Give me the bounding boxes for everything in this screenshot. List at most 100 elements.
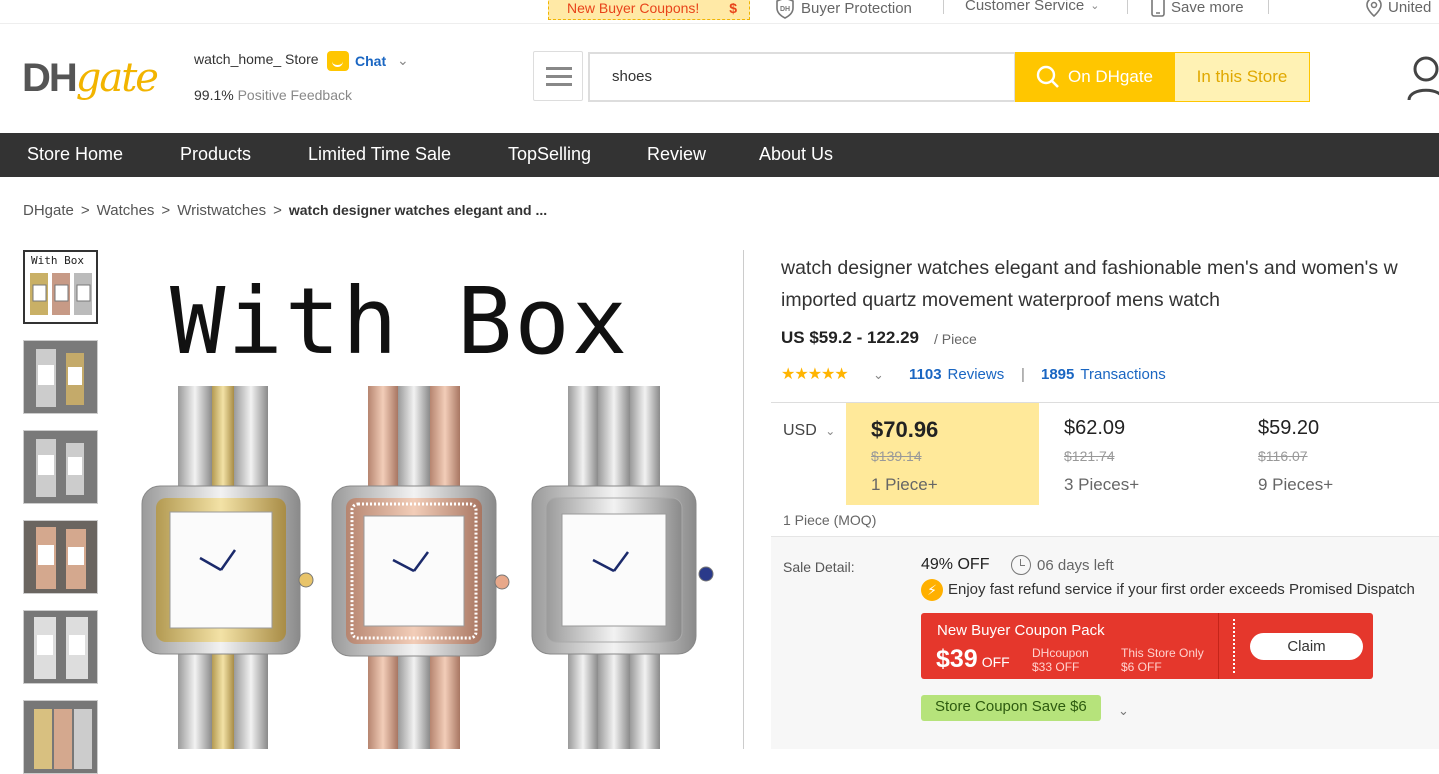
- tier-original-price: $139.14: [871, 448, 922, 464]
- tier-price: $62.09: [1064, 417, 1126, 439]
- tier-price: $59.20: [1258, 417, 1320, 439]
- customer-service-menu[interactable]: Customer Service ⌄: [965, 0, 1099, 14]
- breadcrumb-dhgate[interactable]: DHgate: [23, 202, 74, 219]
- dhcoupon-detail: DHcoupon $33 OFF: [1032, 646, 1089, 674]
- discount-percent: 49% OFF: [921, 556, 990, 573]
- main-product-image[interactable]: With Box: [140, 258, 720, 749]
- coupon-title: New Buyer Coupon Pack: [937, 622, 1105, 639]
- store-coupon-badge[interactable]: Store Coupon Save $6: [921, 695, 1101, 721]
- watch-image: [24, 341, 97, 413]
- price-tier-3[interactable]: $59.20 $116.07 9 Pieces+: [1233, 403, 1426, 505]
- store-only-detail: This Store Only $6 OFF: [1121, 646, 1204, 674]
- customer-service-label: Customer Service: [965, 0, 1085, 14]
- minimum-order-quantity: 1 Piece (MOQ): [783, 512, 877, 528]
- product-title-line-2: imported quartz movement waterproof mens…: [781, 289, 1220, 311]
- price-range: US $59.2 - 122.29: [781, 328, 919, 347]
- store-only-value: $6 OFF: [1121, 660, 1162, 674]
- dhcoupon-label: DHcoupon: [1032, 646, 1089, 660]
- feedback-percent: 99.1%: [194, 87, 234, 103]
- product-title-line-1: watch designer watches elegant and fashi…: [781, 257, 1398, 279]
- chevron-down-icon[interactable]: ⌄: [397, 52, 409, 69]
- price-tiers: USD ⌄ $70.96 $139.14 1 Piece+ $62.09 $12…: [771, 402, 1439, 505]
- breadcrumb-separator: >: [80, 202, 90, 219]
- price-tier-1[interactable]: $70.96 $139.14 1 Piece+: [846, 403, 1039, 505]
- breadcrumb-watches[interactable]: Watches: [97, 202, 155, 219]
- rating-stars[interactable]: ★★★★★: [781, 364, 849, 384]
- watch-image: [24, 611, 97, 683]
- reviews-label: Reviews: [947, 366, 1005, 383]
- top-utility-bar: New Buyer Coupons! $ DH Buyer Protection…: [0, 0, 1439, 24]
- breadcrumb-separator: >: [273, 202, 282, 219]
- user-account-icon[interactable]: [1406, 55, 1439, 100]
- thumbnail-5[interactable]: [23, 610, 98, 684]
- reviews-link[interactable]: 1103 Reviews: [909, 366, 1004, 383]
- watch-image: [24, 701, 97, 773]
- breadcrumb-wristwatches[interactable]: Wristwatches: [177, 202, 266, 219]
- dollar-icon: $: [729, 0, 737, 16]
- logo-dh: DH: [22, 56, 78, 100]
- thumbnail-4[interactable]: [23, 520, 98, 594]
- feedback-label: Positive Feedback: [237, 87, 352, 103]
- price-unit: / Piece: [934, 331, 977, 347]
- save-more-link[interactable]: Save more: [1151, 0, 1244, 17]
- thumbnail-2[interactable]: [23, 340, 98, 414]
- hamburger-line: [546, 75, 572, 78]
- thumbnail-3[interactable]: [23, 430, 98, 504]
- transactions-link[interactable]: 1895 Transactions: [1041, 366, 1166, 383]
- watch-image: [24, 431, 97, 503]
- category-menu-button[interactable]: [533, 51, 583, 101]
- chevron-down-icon[interactable]: ⌄: [873, 367, 884, 383]
- breadcrumb: DHgate > Watches > Wristwatches > watch design…: [23, 202, 547, 219]
- currency-selector[interactable]: USD ⌄: [783, 422, 835, 440]
- thumbnail-caption: With Box: [31, 254, 84, 267]
- logo-gate: gate: [75, 55, 159, 101]
- new-buyer-coupons-banner[interactable]: New Buyer Coupons! $: [548, 0, 750, 20]
- nav-store-home[interactable]: Store Home: [27, 144, 123, 165]
- column-divider: [743, 250, 744, 749]
- chevron-down-icon[interactable]: ⌄: [1118, 703, 1129, 719]
- divider: |: [1021, 366, 1025, 383]
- price-tier-2[interactable]: $62.09 $121.74 3 Pieces+: [1039, 403, 1232, 505]
- phone-icon: [1151, 0, 1165, 17]
- thumbnail-6[interactable]: [23, 700, 98, 774]
- chat-smiley-icon[interactable]: [327, 51, 349, 71]
- nav-limited-time-sale[interactable]: Limited Time Sale: [308, 144, 451, 165]
- claim-coupon-button[interactable]: Claim: [1250, 633, 1363, 660]
- new-buyer-coupon-card: New Buyer Coupon Pack $39 OFF DHcoupon $3…: [921, 613, 1373, 679]
- reviews-count: 1103: [909, 366, 942, 383]
- buyer-protection-link[interactable]: DH Buyer Protection: [775, 0, 912, 19]
- dhgate-logo[interactable]: DHgate: [22, 55, 159, 101]
- days-left: 06 days left: [1037, 557, 1114, 574]
- nav-products[interactable]: Products: [180, 144, 251, 165]
- search-on-dhgate-button[interactable]: On DHgate: [1015, 52, 1174, 102]
- coupon-perforation: [1233, 619, 1235, 673]
- region-label: United: [1388, 0, 1432, 16]
- divider: [1127, 0, 1128, 14]
- coupon-off-label: OFF: [981, 654, 1010, 670]
- clock-icon: [1011, 555, 1031, 575]
- nav-about-us[interactable]: About Us: [759, 144, 833, 165]
- coupon-amount-value: $39: [936, 645, 978, 673]
- region-selector[interactable]: United: [1366, 0, 1431, 17]
- chevron-down-icon: ⌄: [1090, 0, 1100, 12]
- chat-button[interactable]: Chat: [355, 53, 386, 69]
- chevron-down-icon: ⌄: [825, 424, 836, 438]
- new-buyer-coupons-label: New Buyer Coupons!: [567, 0, 700, 16]
- tier-quantity: 9 Pieces+: [1258, 475, 1334, 494]
- thumbnail-1[interactable]: With Box: [23, 250, 98, 324]
- tier-price: $70.96: [871, 417, 939, 442]
- transactions-count: 1895: [1041, 366, 1075, 383]
- search-in-store-button[interactable]: In this Store: [1174, 52, 1310, 102]
- star-icon: ★: [807, 366, 822, 383]
- shield-icon: DH: [776, 0, 794, 19]
- star-icon: ★: [821, 366, 835, 383]
- hamburger-icon: [546, 67, 572, 70]
- nav-review[interactable]: Review: [647, 144, 706, 165]
- search-input[interactable]: shoes: [588, 52, 1016, 102]
- sale-detail-panel: Sale Detail: 49% OFF 06 days left ⚡ Enjo…: [771, 536, 1439, 749]
- tier-original-price: $116.07: [1258, 448, 1308, 464]
- nav-topselling[interactable]: TopSelling: [508, 144, 591, 165]
- coupon-divider: [1218, 613, 1219, 679]
- store-name[interactable]: watch_home_ Store: [194, 51, 319, 67]
- store-header: DHgate watch_home_ Store Chat ⌄ 99.1% Po…: [0, 25, 1439, 133]
